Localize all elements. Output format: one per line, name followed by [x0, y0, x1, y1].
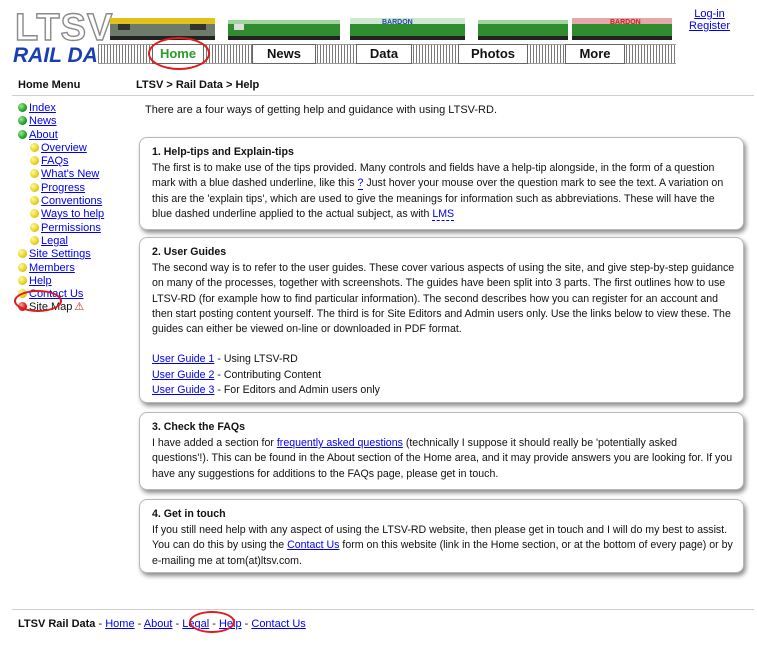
section-text: I have added a section for frequently as… — [152, 437, 733, 480]
section-heading: 1. Help-tips and Explain-tips — [152, 146, 294, 158]
footer-link-home[interactable]: Home — [105, 618, 134, 630]
sidebar-item-faqs[interactable]: FAQs — [18, 155, 104, 168]
sidebar-item-label[interactable]: Index — [29, 102, 56, 114]
footer-divider — [12, 609, 754, 610]
section-heading: 4. Get in touch — [152, 508, 226, 520]
user-guide-3-link[interactable]: User Guide 3 — [152, 384, 214, 396]
register-link[interactable]: Register — [689, 20, 730, 32]
sidebar-item-site-settings[interactable]: Site Settings — [18, 248, 104, 261]
section-heading: 2. User Guides — [152, 246, 227, 258]
yellow-bullet-icon — [30, 182, 39, 192]
sidebar-item-overview[interactable]: Overview — [18, 142, 104, 155]
yellow-bullet-icon — [18, 275, 27, 285]
sidebar-item-legal[interactable]: Legal — [18, 235, 104, 248]
list-item: User Guide 1 - Using LTSV-RD — [152, 353, 298, 366]
home-menu: Index News About Overview FAQs What's New Prog… — [18, 102, 104, 315]
footer-help-highlight — [189, 611, 235, 633]
login-link[interactable]: Log-in — [689, 8, 730, 20]
section-text: The first is to make use of the tips pro… — [152, 162, 724, 221]
train-loco-4 — [478, 20, 568, 40]
tab-more[interactable]: More — [565, 44, 625, 64]
tab-news[interactable]: News — [252, 44, 316, 64]
train-loco-1 — [110, 18, 215, 40]
sidebar-item-label[interactable]: Site Settings — [29, 248, 91, 260]
header-train-banner: BARDON BARDON — [110, 18, 672, 40]
help-section-guides: 2. User Guides The second way is to refe… — [139, 237, 744, 403]
home-tab-highlight — [148, 37, 210, 70]
yellow-bullet-icon — [30, 235, 39, 245]
user-guide-1-link[interactable]: User Guide 1 — [152, 353, 214, 365]
help-section-contact: 4. Get in touch If you still need help w… — [139, 499, 744, 573]
section-text: If you still need help with any aspect o… — [152, 524, 733, 567]
sidebar-item-news[interactable]: News — [18, 115, 104, 128]
section-heading: 3. Check the FAQs — [152, 421, 246, 433]
sidebar-item-label[interactable]: News — [29, 115, 57, 127]
sidebar-item-label[interactable]: Conventions — [41, 195, 102, 207]
yellow-bullet-icon — [30, 222, 39, 232]
sidebar-item-label[interactable]: Progress — [41, 182, 85, 194]
train-label-2: BARDON — [610, 19, 641, 26]
sidebar-item-ways-to-help[interactable]: Ways to help — [18, 208, 104, 221]
intro-text: There are a four ways of getting help an… — [145, 104, 497, 116]
yellow-bullet-icon — [30, 142, 39, 152]
sidebar-item-label[interactable]: Ways to help — [41, 208, 104, 220]
yellow-bullet-icon — [30, 196, 39, 206]
help-menu-highlight — [14, 290, 62, 312]
yellow-bullet-icon — [18, 249, 27, 259]
faq-link[interactable]: frequently asked questions — [277, 437, 403, 449]
green-bullet-icon — [18, 129, 27, 139]
sidebar-item-what-s-new[interactable]: What's New — [18, 168, 104, 181]
sidebar-item-label[interactable]: Overview — [41, 142, 87, 154]
sidebar-item-progress[interactable]: Progress — [18, 182, 104, 195]
site-header: LTSV RAIL DATA BARDON BARDON Home News D… — [0, 0, 757, 72]
footer-link-about[interactable]: About — [144, 618, 173, 630]
list-item: User Guide 3 - For Editors and Admin use… — [152, 384, 380, 397]
footer-link-contact[interactable]: Contact Us — [251, 618, 305, 630]
user-guides-list: User Guide 1 - Using LTSV-RD User Guide … — [152, 352, 735, 398]
help-section-tips: 1. Help-tips and Explain-tips The first … — [139, 137, 744, 230]
tab-data[interactable]: Data — [356, 44, 412, 64]
user-guide-2-link[interactable]: User Guide 2 — [152, 369, 214, 381]
account-links: Log-in Register — [689, 8, 730, 32]
yellow-bullet-icon — [30, 209, 39, 219]
sidebar-item-label[interactable]: Legal — [41, 235, 68, 247]
menu-title: Home Menu — [18, 79, 81, 91]
sidebar-item-permissions[interactable]: Permissions — [18, 222, 104, 235]
train-loco-3: BARDON — [350, 18, 465, 40]
warning-icon: ⚠ — [74, 301, 85, 314]
explain-tip-lms[interactable]: LMS — [432, 207, 455, 221]
sidebar-item-conventions[interactable]: Conventions — [18, 195, 104, 208]
list-item: User Guide 2 - Contributing Content — [152, 368, 322, 381]
header-divider — [12, 95, 754, 96]
sidebar-item-help[interactable]: Help — [18, 275, 104, 288]
green-bullet-icon — [18, 103, 27, 112]
yellow-bullet-icon — [18, 262, 27, 272]
train-loco-2 — [228, 20, 340, 40]
sidebar-item-label[interactable]: Members — [29, 262, 75, 274]
sidebar-item-label[interactable]: Permissions — [41, 222, 101, 234]
train-label-1: BARDON — [382, 19, 413, 26]
footer: LTSV Rail Data - Home - About - Legal - … — [18, 618, 306, 630]
sidebar-item-label[interactable]: Help — [29, 275, 52, 287]
sidebar-item-index[interactable]: Index — [18, 102, 104, 115]
breadcrumb: LTSV > Rail Data > Help — [136, 79, 260, 91]
help-section-faqs: 3. Check the FAQs I have added a section… — [139, 412, 744, 490]
contact-us-link[interactable]: Contact Us — [287, 539, 339, 551]
sidebar-item-label[interactable]: About — [29, 129, 58, 141]
sidebar-item-about[interactable]: About — [18, 129, 104, 142]
sidebar-item-label[interactable]: What's New — [41, 168, 99, 180]
section-text: The second way is to refer to the user g… — [152, 262, 735, 336]
green-bullet-icon — [18, 116, 27, 126]
tab-photos[interactable]: Photos — [458, 44, 528, 64]
sidebar-item-label[interactable]: FAQs — [41, 155, 69, 167]
train-loco-5: BARDON — [572, 18, 672, 40]
sidebar-item-members[interactable]: Members — [18, 262, 104, 275]
yellow-bullet-icon — [30, 169, 39, 179]
yellow-bullet-icon — [30, 156, 39, 166]
site-logo[interactable]: LTSV — [14, 7, 113, 48]
footer-site-name: LTSV Rail Data — [18, 618, 96, 630]
